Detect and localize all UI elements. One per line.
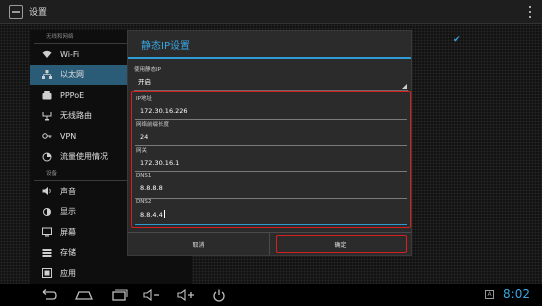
dns1-field[interactable]: DNS1 8.8.8.8 (134, 173, 408, 199)
use-static-ip-value: 开启 (138, 78, 151, 86)
page-title: 设置 (29, 8, 48, 18)
system-nav-bar: A 8:02 (0, 284, 542, 306)
dns2-value-row: 8.8.4.4 (134, 210, 408, 219)
sidebar-item-label: 应用 (60, 268, 76, 278)
key-icon (42, 131, 52, 141)
sidebar-item-apps[interactable]: 应用 (30, 263, 192, 284)
brightness-icon (42, 207, 52, 217)
dialog-title: 静态IP设置 (128, 31, 411, 59)
phone-icon (42, 90, 52, 100)
gateway-field[interactable]: 网关 172.30.16.1 (134, 146, 408, 172)
sidebar-item-label: 以太网 (60, 70, 84, 80)
action-bar: 设置 (0, 0, 542, 24)
speaker-icon (42, 186, 52, 196)
pie-icon (42, 152, 52, 162)
back-icon[interactable] (40, 288, 58, 302)
volume-up-icon[interactable] (177, 288, 195, 302)
storage-icon (42, 248, 52, 258)
text-cursor (163, 210, 165, 218)
ip-fields-highlight: IP地址 172.30.16.226 网络前缀长度 24 网关 172.30.1… (131, 91, 411, 228)
sidebar-item-label: 声音 (60, 186, 76, 196)
checkmark-icon: ✔ (453, 35, 461, 45)
notification-badge: A (485, 290, 494, 299)
cancel-button-label: 取消 (192, 241, 205, 249)
use-static-ip-spinner[interactable]: 使用静态IP 开启 (132, 65, 410, 91)
static-ip-dialog: 静态IP设置 使用静态IP 开启 IP地址 172.30.16.226 网络前缀… (127, 30, 412, 256)
dns2-label: DNS2 (136, 199, 152, 205)
cancel-button[interactable]: 取消 (128, 233, 270, 255)
gateway-value: 172.30.16.1 (140, 159, 180, 167)
prefix-length-label: 网络前缀长度 (136, 122, 170, 128)
divider (135, 171, 407, 172)
dns2-field[interactable]: DNS2 8.8.4.4 (134, 199, 408, 225)
ip-address-label: IP地址 (136, 96, 152, 102)
gateway-label: 网关 (136, 148, 148, 154)
dns1-value: 8.8.8.8 (140, 184, 163, 192)
home-icon[interactable] (75, 288, 93, 302)
volume-down-icon[interactable] (143, 288, 161, 302)
use-static-ip-label: 使用静态IP (134, 67, 161, 73)
sidebar-item-label: 无线路由 (60, 111, 92, 121)
ok-button-highlight (276, 235, 407, 253)
dns2-value: 8.8.4.4 (140, 211, 163, 219)
settings-app-icon (9, 4, 23, 19)
status-clock: 8:02 (503, 287, 530, 301)
dropdown-corner-icon (402, 84, 407, 89)
sidebar-item-label: VPN (60, 131, 77, 141)
sidebar-item-label: 显示 (60, 207, 76, 217)
power-icon[interactable] (212, 288, 226, 302)
ethernet-icon (42, 70, 52, 80)
screen-icon (42, 227, 52, 237)
sidebar-item-label: 存储 (60, 248, 76, 258)
sidebar-item-label: 屏幕 (60, 227, 76, 237)
dns1-label: DNS1 (136, 173, 152, 179)
prefix-length-value: 24 (140, 133, 149, 141)
ip-address-field[interactable]: IP地址 172.30.16.226 (134, 94, 408, 120)
ok-button[interactable]: 确定 (270, 233, 411, 255)
sidebar-item-label: 流量使用情况 (60, 152, 108, 162)
dialog-buttons: 取消 确定 (128, 232, 411, 255)
ip-address-value: 172.30.16.226 (140, 107, 188, 115)
wifi-icon (42, 49, 52, 59)
focus-underline (135, 223, 407, 225)
sidebar-item-label: PPPoE (60, 90, 85, 100)
recent-apps-icon[interactable] (110, 288, 128, 302)
prefix-length-field[interactable]: 网络前缀长度 24 (134, 120, 408, 146)
sidebar-item-label: Wi-Fi (60, 49, 80, 59)
antenna-icon (42, 111, 52, 121)
overflow-menu-icon[interactable] (529, 6, 532, 18)
apps-icon (42, 268, 52, 279)
